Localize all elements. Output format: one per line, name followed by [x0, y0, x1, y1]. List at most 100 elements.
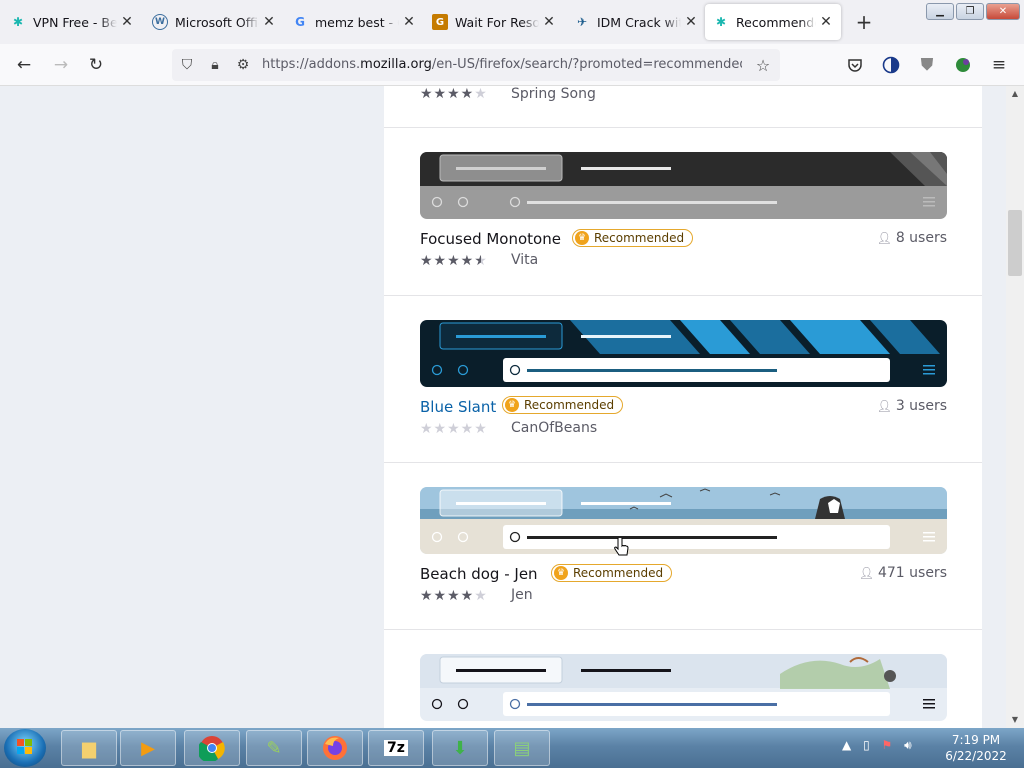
vertical-scrollbar[interactable]: ▲ ▼ — [1006, 86, 1024, 728]
user-count: 👤︎ 3 users — [876, 398, 947, 414]
recommended-badge-icon: ♛ — [575, 231, 589, 245]
user-icon: 👤︎ — [858, 566, 874, 580]
clock-time: 7:19 PM — [951, 733, 1001, 747]
scroll-up-icon[interactable]: ▲ — [1006, 86, 1024, 102]
start-button[interactable] — [4, 729, 46, 767]
star-rating: ★★★★★ — [420, 588, 488, 604]
search-results-list: ★★★★★ Spring Song Focused Monotone ♛ Rec… — [384, 86, 982, 728]
media-player-icon: ▶ — [141, 737, 155, 759]
tracking-protection-shield-icon[interactable]: ⛉ — [178, 56, 196, 74]
tab-title: Microsoft Office — [175, 14, 259, 30]
tab-idm-crack[interactable]: ✈ IDM Crack with ✕ — [566, 4, 706, 40]
divider — [384, 629, 982, 630]
author-name[interactable]: Jen — [511, 587, 533, 603]
divider — [384, 295, 982, 296]
show-hidden-icons-icon[interactable]: ▲ — [842, 738, 851, 752]
media-player-button[interactable]: ▶ — [120, 730, 176, 766]
close-tab-icon[interactable]: ✕ — [819, 14, 833, 30]
close-tab-icon[interactable]: ✕ — [542, 14, 556, 30]
author-name[interactable]: Vita — [511, 252, 538, 268]
lock-icon[interactable]: 🔒︎ — [206, 56, 224, 74]
pocket-icon[interactable] — [842, 52, 868, 78]
chrome-button[interactable] — [184, 730, 240, 766]
wordpress-favicon-icon: W — [152, 14, 168, 30]
recommended-badge[interactable]: ♛ Recommended — [572, 229, 694, 247]
reload-button[interactable]: ↻ — [83, 52, 109, 78]
flag-icon[interactable]: ⚑ — [882, 738, 893, 752]
close-tab-icon[interactable]: ✕ — [120, 14, 134, 30]
bookmark-star-icon[interactable]: ☆ — [754, 56, 772, 75]
recommended-badge-icon: ♛ — [505, 398, 519, 412]
menu-hamburger-icon[interactable]: ≡ — [986, 52, 1012, 78]
theme-name[interactable]: Blue Slant — [420, 398, 496, 416]
author-name[interactable]: CanOfBeans — [511, 420, 597, 436]
scrollbar-thumb[interactable] — [1008, 210, 1022, 276]
user-count: 👤︎ 8 users — [876, 230, 947, 246]
tab-memz-best[interactable]: G memz best - Go ✕ — [284, 4, 424, 40]
idm-favicon-icon: ✈ — [576, 15, 588, 29]
user-icon: 👤︎ — [876, 231, 892, 245]
g-favicon-icon: G — [432, 14, 448, 30]
shield-extension-icon[interactable]: ⛊ — [914, 52, 940, 78]
monitor-icon: ▤ — [513, 737, 531, 759]
file-explorer-button[interactable]: ▆ — [61, 730, 117, 766]
theme-preview-image[interactable] — [420, 654, 947, 721]
divider — [384, 127, 982, 128]
7zip-icon: 7z — [384, 740, 408, 756]
close-window-button[interactable]: ✕ — [986, 3, 1020, 20]
author-name[interactable]: Spring Song — [511, 86, 596, 102]
tab-title: Wait For Resour — [455, 14, 539, 30]
maximize-button[interactable]: ❐ — [956, 3, 984, 20]
user-icon: 👤︎ — [876, 399, 892, 413]
user-count: 👤︎ 471 users — [858, 565, 947, 581]
url-text[interactable]: https://addons.mozilla.org/en-US/firefox… — [262, 57, 742, 72]
new-tab-button[interactable]: + — [852, 10, 876, 34]
notepad-plus-button[interactable]: ✎ — [246, 730, 302, 766]
theme-preview-image[interactable] — [420, 320, 947, 387]
notepad-icon: ✎ — [266, 737, 282, 759]
tab-title: IDM Crack with — [597, 14, 681, 30]
folder-icon: ▆ — [82, 737, 96, 759]
close-tab-icon[interactable]: ✕ — [402, 14, 416, 30]
recommended-badge[interactable]: ♛ Recommended — [502, 396, 624, 414]
theme-name[interactable]: Focused Monotone — [420, 230, 561, 248]
tab-title: Recommended — [736, 14, 816, 30]
vpn-tab-favicon-icon: ✱ — [12, 15, 24, 29]
tab-recommended[interactable]: ✱ Recommended ✕ — [705, 4, 841, 40]
page-left-gutter — [0, 86, 384, 728]
close-tab-icon[interactable]: ✕ — [684, 14, 698, 30]
minimize-button[interactable]: ▁ — [926, 3, 954, 20]
page-right-gutter — [982, 86, 1006, 728]
theme-preview-image[interactable] — [420, 487, 947, 554]
permissions-icon[interactable]: ⚙︎ — [234, 56, 252, 74]
clock[interactable]: 7:19 PM 6/22/2022 — [940, 732, 1012, 764]
volume-icon[interactable]: 🔊︎ — [904, 738, 912, 752]
system-monitor-button[interactable]: ▤ — [494, 730, 550, 766]
system-tray: ▲ ▯ ⚑ 🔊︎ — [842, 738, 912, 753]
7zip-button[interactable]: 7z — [368, 730, 424, 766]
chrome-icon — [199, 736, 225, 761]
forward-button[interactable]: → — [48, 52, 74, 78]
back-button[interactable]: ← — [11, 52, 37, 78]
close-tab-icon[interactable]: ✕ — [262, 14, 276, 30]
theme-preview-image[interactable] — [420, 152, 947, 219]
tab-microsoft-office[interactable]: W Microsoft Office ✕ — [144, 4, 284, 40]
addons-favicon-icon: ✱ — [715, 15, 727, 29]
address-bar[interactable]: ⛉ 🔒︎ ⚙︎ https://addons.mozilla.org/en-US… — [172, 49, 780, 81]
download-icon: ⬇ — [452, 737, 468, 759]
google-favicon-icon: G — [295, 15, 305, 29]
tab-vpn-free[interactable]: ✱ VPN Free - Better ✕ — [2, 4, 142, 40]
divider — [384, 462, 982, 463]
download-manager-button[interactable]: ⬇ — [432, 730, 488, 766]
network-icon[interactable]: ▯ — [863, 738, 870, 752]
tab-wait-for-resource[interactable]: G Wait For Resour ✕ — [424, 4, 564, 40]
taskbar: ▆ ▶ ✎ 7z ⬇ ▤ ▲ ▯ ⚑ 🔊︎ 7:19 PM 6/22/2022 — [0, 728, 1024, 768]
navigation-toolbar: ← → ↻ ⛉ 🔒︎ ⚙︎ https://addons.mozilla.org… — [0, 44, 1024, 86]
tab-strip: ✱ VPN Free - Better ✕ W Microsoft Office… — [0, 0, 1024, 44]
theme-name[interactable]: Beach dog - Jen — [420, 565, 538, 583]
recommended-badge[interactable]: ♛ Recommended — [551, 564, 673, 582]
scroll-down-icon[interactable]: ▼ — [1006, 712, 1024, 728]
vpn-extension-icon[interactable] — [950, 52, 976, 78]
dark-reader-icon[interactable] — [878, 52, 904, 78]
firefox-button[interactable] — [307, 730, 363, 766]
